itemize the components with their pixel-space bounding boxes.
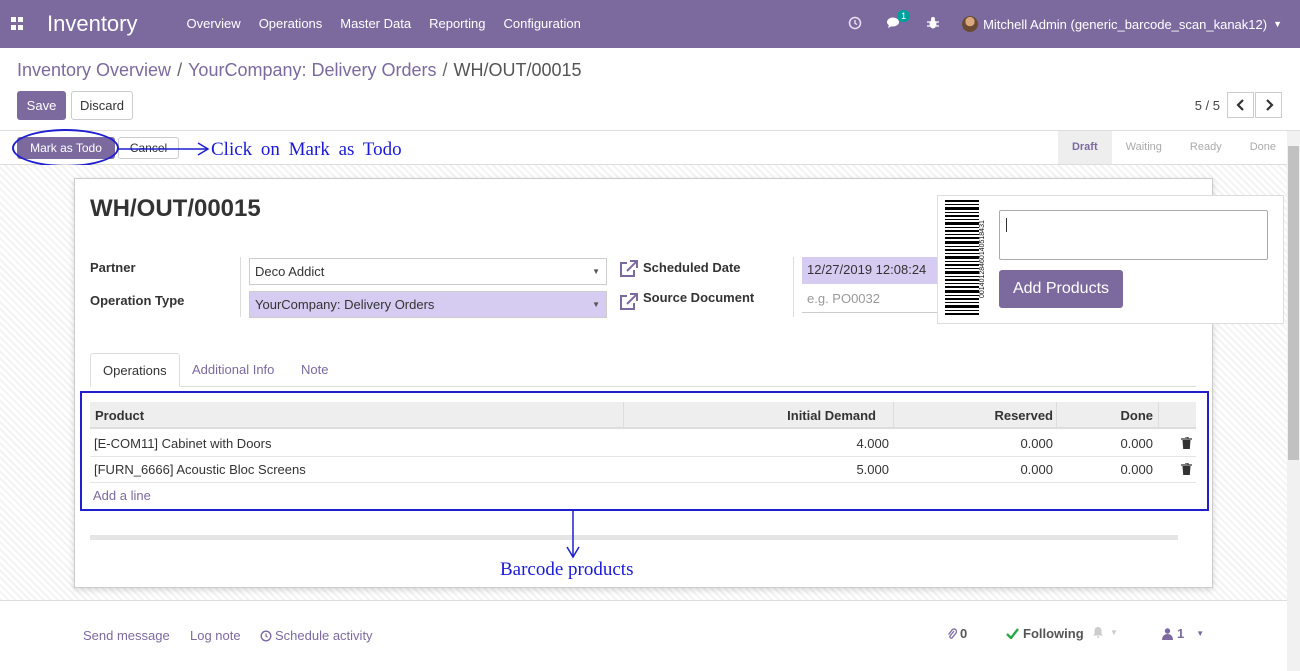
pager-previous-button[interactable] bbox=[1227, 92, 1254, 118]
menu-overview[interactable]: Overview bbox=[178, 0, 250, 48]
breadcrumb-delivery-orders[interactable]: YourCompany: Delivery Orders bbox=[188, 60, 436, 81]
tab-additional-info[interactable]: Additional Info bbox=[180, 353, 286, 387]
barcode-image bbox=[945, 200, 979, 315]
main-menu: Overview Operations Master Data Reportin… bbox=[178, 0, 590, 48]
clock-icon[interactable] bbox=[848, 16, 862, 33]
source-document-label: Source Document bbox=[643, 290, 755, 305]
chat-count-badge: 1 bbox=[897, 9, 911, 22]
chat-icon[interactable]: 1 bbox=[886, 9, 911, 33]
menu-operations[interactable]: Operations bbox=[250, 0, 332, 48]
field-divider bbox=[793, 257, 794, 317]
discard-button[interactable]: Discard bbox=[71, 91, 133, 120]
navbar-systray: 1 Mitchell Admin (generic_barcode_scan_k… bbox=[836, 0, 1300, 48]
barcode-digits: 00140128460140518431 bbox=[979, 220, 986, 298]
breadcrumb-inventory-overview[interactable]: Inventory Overview bbox=[17, 60, 171, 81]
bell-icon bbox=[1093, 627, 1103, 638]
user-icon bbox=[1162, 627, 1173, 640]
tab-operations[interactable]: Operations bbox=[90, 353, 180, 387]
partner-field[interactable]: Deco Addict ▼ bbox=[249, 258, 607, 285]
check-icon bbox=[1006, 628, 1019, 639]
user-menu[interactable]: Mitchell Admin (generic_barcode_scan_kan… bbox=[983, 17, 1267, 32]
stage-ready: Ready bbox=[1189, 141, 1222, 153]
stage-draft: Draft bbox=[1057, 131, 1112, 164]
dropdown-arrow-icon[interactable]: ▼ bbox=[592, 259, 600, 284]
app-brand[interactable]: Inventory bbox=[47, 11, 138, 37]
external-link-icon[interactable] bbox=[619, 293, 638, 316]
schedule-activity-label: Schedule activity bbox=[275, 628, 373, 643]
breadcrumb: Inventory Overview / YourCompany: Delive… bbox=[17, 60, 582, 81]
external-link-icon[interactable] bbox=[619, 260, 638, 283]
following-button[interactable]: Following bbox=[1006, 626, 1084, 641]
send-message-link[interactable]: Send message bbox=[83, 628, 170, 643]
bug-icon[interactable] bbox=[926, 16, 940, 33]
clock-icon bbox=[260, 629, 272, 642]
annotation-mark-todo-note: Click on Mark as Todo bbox=[211, 139, 402, 160]
apps-menu-icon[interactable] bbox=[11, 17, 25, 31]
chevron-down-icon[interactable]: ▼ bbox=[1273, 19, 1282, 29]
chevron-down-icon: ▼ bbox=[1196, 629, 1205, 638]
annotation-barcode-note: Barcode products bbox=[500, 559, 670, 583]
add-products-button[interactable]: Add Products bbox=[999, 270, 1123, 308]
partner-label: Partner bbox=[90, 260, 136, 275]
status-stages: Draft Waiting Ready Done bbox=[1057, 131, 1290, 164]
pager-value[interactable]: 5 / 5 bbox=[1195, 98, 1220, 113]
text-cursor bbox=[1006, 218, 1007, 232]
user-avatar[interactable] bbox=[962, 16, 979, 32]
log-note-link[interactable]: Log note bbox=[190, 628, 241, 643]
menu-master-data[interactable]: Master Data bbox=[331, 0, 420, 48]
partner-value: Deco Addict bbox=[255, 264, 325, 279]
source-document-placeholder: e.g. PO0032 bbox=[807, 291, 880, 306]
scrollbar-thumb[interactable] bbox=[1288, 146, 1299, 460]
chevron-right-icon bbox=[1265, 99, 1274, 111]
scheduled-date-label: Scheduled Date bbox=[643, 260, 741, 275]
annotation-arrow-down bbox=[566, 511, 580, 559]
field-divider bbox=[240, 257, 241, 317]
stage-waiting: Waiting bbox=[1125, 141, 1162, 153]
operation-type-field[interactable]: YourCompany: Delivery Orders ▼ bbox=[249, 291, 607, 318]
scheduled-date-field[interactable]: 12/27/2019 12:08:24 bbox=[802, 257, 942, 284]
following-label: Following bbox=[1023, 626, 1084, 641]
breadcrumb-current: WH/OUT/00015 bbox=[453, 60, 582, 80]
annotation-arrow-right bbox=[118, 142, 210, 156]
scheduled-date-value: 12/27/2019 12:08:24 bbox=[807, 262, 927, 277]
chevron-down-icon: ▼ bbox=[1110, 627, 1118, 637]
paperclip-icon bbox=[947, 627, 957, 639]
barcode-scan-input[interactable] bbox=[999, 210, 1268, 260]
followers-count: 1 bbox=[1177, 626, 1185, 641]
annotation-table-highlight bbox=[80, 391, 1209, 511]
operation-type-label: Operation Type bbox=[90, 293, 185, 308]
annotation-highlight-ring bbox=[12, 129, 119, 167]
table-footer bbox=[90, 535, 1178, 540]
chevron-left-icon bbox=[1235, 99, 1244, 111]
notification-settings-button[interactable]: ▼ bbox=[1092, 626, 1118, 638]
operation-type-value: YourCompany: Delivery Orders bbox=[255, 297, 435, 312]
menu-reporting[interactable]: Reporting bbox=[420, 0, 494, 48]
attachments-count: 0 bbox=[960, 626, 968, 641]
pager-next-button[interactable] bbox=[1255, 92, 1282, 118]
breadcrumb-separator: / bbox=[442, 60, 448, 80]
followers-button[interactable]: 1 ▼ bbox=[1162, 626, 1204, 641]
dropdown-arrow-icon[interactable]: ▼ bbox=[592, 292, 600, 317]
tab-note[interactable]: Note bbox=[289, 353, 340, 387]
save-button[interactable]: Save bbox=[17, 91, 66, 120]
menu-configuration[interactable]: Configuration bbox=[494, 0, 589, 48]
stage-done: Done bbox=[1249, 141, 1276, 153]
attachments-button[interactable]: 0 bbox=[947, 626, 967, 641]
breadcrumb-separator: / bbox=[177, 60, 183, 80]
record-title: WH/OUT/00015 bbox=[90, 195, 261, 222]
top-navbar: Inventory Overview Operations Master Dat… bbox=[0, 0, 1300, 48]
schedule-activity-link[interactable]: Schedule activity bbox=[260, 628, 373, 643]
source-document-field[interactable]: e.g. PO0032 bbox=[802, 286, 942, 313]
